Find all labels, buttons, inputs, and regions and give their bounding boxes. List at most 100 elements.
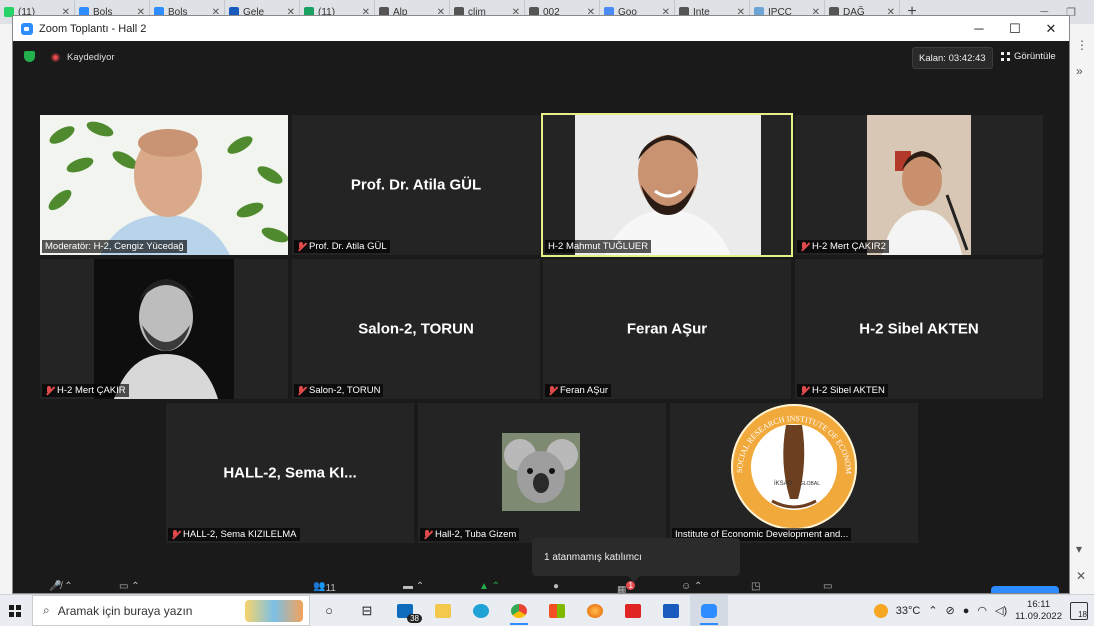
participant-label: H-2 Mahmut TUĞLUER [545,240,652,253]
weather-sun-icon [873,603,888,618]
participants-button[interactable]: 👥 11 [313,581,336,593]
video-tile[interactable]: Prof. Dr. Atila GÜL Prof. Dr. Atila GÜL [292,115,540,255]
grid-view-icon [1001,52,1010,61]
zoom-app[interactable] [690,595,728,626]
reactions-button[interactable]: ☺ ⌃ [681,581,702,592]
search-icon: ⌕ [43,603,50,617]
participant-video [40,115,288,255]
menu-dots-icon[interactable]: ⋮ [1076,38,1088,52]
recording-status: Kaydediyor [67,52,115,63]
video-tile[interactable]: Hall-2, Tuba Gizem [418,403,666,543]
meeting-topbar: Kaydediyor Kalan: 03:42:43 Görüntüle [13,41,1069,71]
word-app[interactable] [652,595,690,626]
participant-label: H-2 Mert ÇAKIR [42,384,129,397]
participant-name: Feran AŞur [626,320,708,338]
chevron-right-icon[interactable]: » [1076,64,1083,78]
video-tile[interactable]: H-2 Mert ÇAKIR [40,259,288,399]
muted-mic-icon [423,529,432,540]
video-tile[interactable]: H-2 Sibel AKTEN H-2 Sibel AKTEN [795,259,1043,399]
remaining-time: Kalan: 03:42:43 [912,47,993,69]
participant-label: Prof. Dr. Atila GÜL [294,240,390,253]
breakout-rooms-button[interactable]: ▦ 1 [617,581,635,593]
taskbar-search[interactable]: ⌕ Aramak için buraya yazın [32,595,310,626]
clock[interactable]: 16:11 11.09.2022 [1015,599,1062,623]
active-speaker-tile[interactable]: H-2 Mahmut TUĞLUER [541,113,793,257]
network-status-icon[interactable]: ⊘ [946,604,955,617]
cortana-icon: ○ [325,603,333,618]
participant-label: Moderatör: H-2, Cengiz Yücedağ [42,240,187,253]
search-placeholder: Aramak için buraya yazın [57,603,193,618]
minimize-button[interactable]: ─ [961,16,997,41]
video-button[interactable]: ▭ ⌃ [119,581,140,592]
logo-text-left: İKSAD [774,480,793,487]
zoom-app-icon [21,22,33,35]
muted-mic-icon [800,241,809,252]
window-title: Zoom Toplantı - Hall 2 [39,22,147,35]
speaker-icon[interactable]: ◁) [995,604,1007,617]
apps-button[interactable]: ◳ [751,581,760,592]
muted-mic-icon [297,241,306,252]
file-explorer-app[interactable] [424,595,462,626]
end-button[interactable] [991,586,1059,593]
zoom-icon [701,603,717,618]
acrobat-app[interactable] [614,595,652,626]
whiteboard-button[interactable]: ▭ [823,581,832,592]
pdf-icon [625,603,641,618]
store-icon [549,603,565,618]
video-tile[interactable]: HALL-2, Sema KI... HALL-2, Sema KIZILELM… [166,403,414,543]
mute-button[interactable]: 🎤̸ ⌃ [49,581,73,592]
close-button[interactable]: ✕ [1033,16,1069,41]
close-icon[interactable]: ✕ [1076,569,1086,583]
notification-icon[interactable]: 18 [1070,601,1088,620]
recording-icon [51,53,60,62]
view-button[interactable]: Görüntüle [1001,51,1056,62]
record-button[interactable]: ● [553,581,559,592]
logo-text-right: GLOBAL [800,481,820,487]
browser-right-edge: ⋮ » ▾ ✕ [1070,24,1094,594]
mail-app[interactable]: 38 [386,595,424,626]
muted-mic-icon [800,385,809,396]
start-button[interactable] [2,595,28,626]
participant-video [575,115,761,255]
task-view-button[interactable]: ○ [310,595,348,626]
security-shield-icon[interactable] [24,51,35,62]
firefox-icon [587,603,603,618]
maximize-button[interactable]: ☐ [997,16,1033,41]
participant-label: Hall-2, Tuba Gizem [420,528,520,541]
taskbar: ⌕ Aramak için buraya yazın ○ ⊟ 38 33°C ⌃… [0,594,1094,626]
muted-mic-icon [548,385,557,396]
weather-temperature[interactable]: 33°C [896,605,921,617]
muted-mic-icon [45,385,54,396]
share-screen-button[interactable]: ▲ ⌃ [479,581,500,592]
participant-video [867,115,971,255]
title-bar: Zoom Toplantı - Hall 2 ─ ☐ ✕ [13,16,1069,41]
chevron-up-icon[interactable]: ⌃ [928,604,937,617]
unassigned-participant-tooltip: 1 atanmamış katılımcı [532,538,740,582]
participant-label: Feran AŞur [545,384,612,397]
chrome-app[interactable] [500,595,538,626]
video-tile[interactable]: Salon-2, TORUN Salon-2, TORUN [292,259,540,399]
participant-label: HALL-2, Sema KIZILELMA [168,528,300,541]
browser-left-edge [0,24,12,594]
microphone-icon[interactable]: ● [963,605,970,617]
video-tile[interactable]: Moderatör: H-2, Cengiz Yücedağ [40,115,288,255]
video-tile[interactable]: H-2 Mert ÇAKIR2 [795,115,1043,255]
firefox-app[interactable] [576,595,614,626]
participant-name: Salon-2, TORUN [358,320,474,338]
participant-name: H-2 Sibel AKTEN [859,320,979,338]
store-app[interactable] [538,595,576,626]
video-tile[interactable]: İKSAD GLOBAL SOCIAL RESEARCH INSTITUTE O… [670,403,918,543]
wifi-icon[interactable]: ◠ [977,604,987,617]
edge-icon [473,603,489,618]
scroll-down-icon[interactable]: ▾ [1076,542,1082,556]
meeting-toolbar: 🎤̸ ⌃ ▭ ⌃ 👥 11 ▬ ⌃ ▲ ⌃ ● ▦ 1 ☺ ⌃ ◳ ▭ [13,579,1069,593]
institute-logo: İKSAD GLOBAL SOCIAL RESEARCH INSTITUTE O… [724,403,857,530]
participant-video [94,259,234,399]
video-tile[interactable]: Feran AŞur Feran AŞur [543,259,791,399]
chat-button[interactable]: ▬ ⌃ [403,581,424,592]
muted-mic-icon [297,385,306,396]
participant-avatar [502,433,580,511]
participant-label: H-2 Mert ÇAKIR2 [797,240,889,253]
task-view-icon[interactable]: ⊟ [348,595,386,626]
edge-app[interactable] [462,595,500,626]
